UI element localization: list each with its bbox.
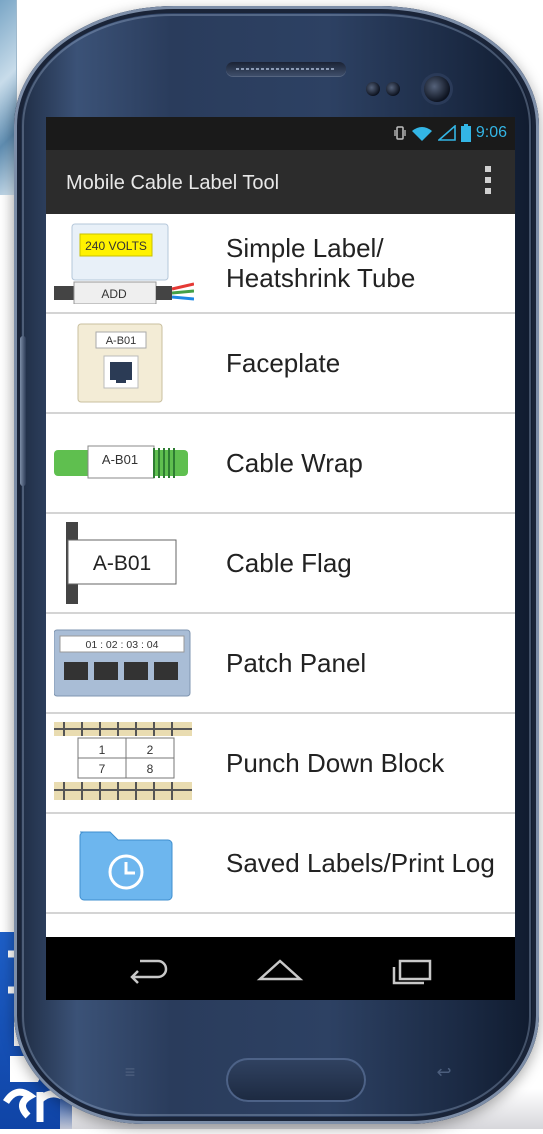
patch-panel-thumbnail: 01 : 02 : 03 : 04 xyxy=(54,629,191,697)
status-bar: 9:06 xyxy=(46,117,515,150)
thumb-240-volts-text: 240 VOLTS xyxy=(85,239,147,253)
menu-item-label: Cable Wrap xyxy=(226,448,363,478)
app-title: Mobile Cable Label Tool xyxy=(66,172,280,194)
menu-item-label: Cable Flag xyxy=(226,548,352,578)
navigation-bar xyxy=(46,937,515,1000)
status-icons: 9:06 xyxy=(394,124,507,142)
cable-flag-thumbnail: A-B01 xyxy=(66,522,177,604)
hardware-menu-key[interactable]: ≡ xyxy=(110,1062,150,1086)
faceplate-thumbnail: A-B01 xyxy=(77,323,163,403)
wifi-icon xyxy=(411,127,432,141)
thumb-cell-7: 7 xyxy=(99,762,106,776)
vibrate-icon xyxy=(394,126,406,140)
thumb-patch-panel-text: 01 : 02 : 03 : 04 xyxy=(86,639,159,651)
punch-down-thumbnail: 1 2 7 8 xyxy=(54,722,192,800)
menu-item-punch-down-block[interactable]: 1 2 7 8 Punch Down Block xyxy=(46,714,515,814)
menu-item-patch-panel[interactable]: 01 : 02 : 03 : 04 Patch Panel xyxy=(46,614,515,714)
thumb-cell-2: 2 xyxy=(147,743,154,757)
folder-clock-icon xyxy=(79,831,173,901)
back-icon[interactable] xyxy=(122,953,174,985)
menu-item-simple-label[interactable]: 240 VOLTS ADD Simple Label/ Heatshrink T… xyxy=(46,214,515,314)
proximity-sensor xyxy=(366,82,380,96)
menu-item-label: Punch Down Block xyxy=(226,748,445,778)
menu-item-cable-flag[interactable]: A-B01 Cable Flag xyxy=(46,514,515,614)
menu-item-faceplate[interactable]: A-B01 Faceplate xyxy=(46,314,515,414)
cable-wrap-thumbnail: A-B01 xyxy=(54,445,188,479)
thumb-cable-flag-text: A-B01 xyxy=(93,552,151,575)
menu-item-saved-labels[interactable]: Saved Labels/Print Log xyxy=(46,814,515,914)
menu-item-label: Patch Panel xyxy=(226,648,367,678)
simple-label-thumbnail: 240 VOLTS ADD xyxy=(54,223,194,304)
menu-item-label: Faceplate xyxy=(226,348,341,378)
recent-apps-icon[interactable] xyxy=(386,953,438,985)
battery-icon xyxy=(460,124,471,142)
menu-item-label: Saved Labels/Print Log xyxy=(226,848,495,878)
volume-button[interactable] xyxy=(20,336,26,486)
menu-item-label: Simple Label/ Heatshrink Tube xyxy=(226,233,416,293)
signal-icon xyxy=(437,125,456,141)
phone-screen: 9:06 Mobile Cable Label Tool 240 VOLTS A… xyxy=(46,117,515,1000)
menu-item-cable-wrap[interactable]: A-B01 Cable Wrap xyxy=(46,414,515,514)
overflow-menu-icon[interactable] xyxy=(485,166,491,198)
action-bar: Mobile Cable Label Tool xyxy=(46,150,515,214)
hardware-back-key[interactable]: ↩ xyxy=(424,1062,464,1086)
tool-menu-list: 240 VOLTS ADD Simple Label/ Heatshrink T… xyxy=(46,214,515,914)
light-sensor xyxy=(386,82,400,96)
thumb-add-text: ADD xyxy=(101,287,127,301)
front-camera xyxy=(424,76,450,102)
thumb-cell-1: 1 xyxy=(99,743,106,757)
thumb-faceplate-text: A-B01 xyxy=(106,335,137,347)
home-icon[interactable] xyxy=(254,953,306,985)
thumb-cell-8: 8 xyxy=(147,762,154,776)
earpiece-speaker xyxy=(226,62,346,76)
hardware-home-button[interactable] xyxy=(226,1058,366,1102)
status-time: 9:06 xyxy=(475,124,507,141)
thumb-cable-wrap-text: A-B01 xyxy=(102,452,138,467)
